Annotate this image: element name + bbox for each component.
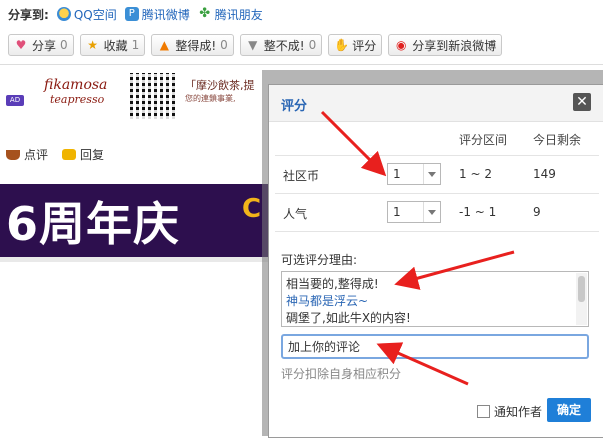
arrow-to-comment-input: [376, 342, 469, 386]
annotation-arrows: [320, 110, 515, 386]
arrow-to-reasons: [394, 250, 515, 290]
arrow-to-coins-select: [320, 110, 387, 177]
